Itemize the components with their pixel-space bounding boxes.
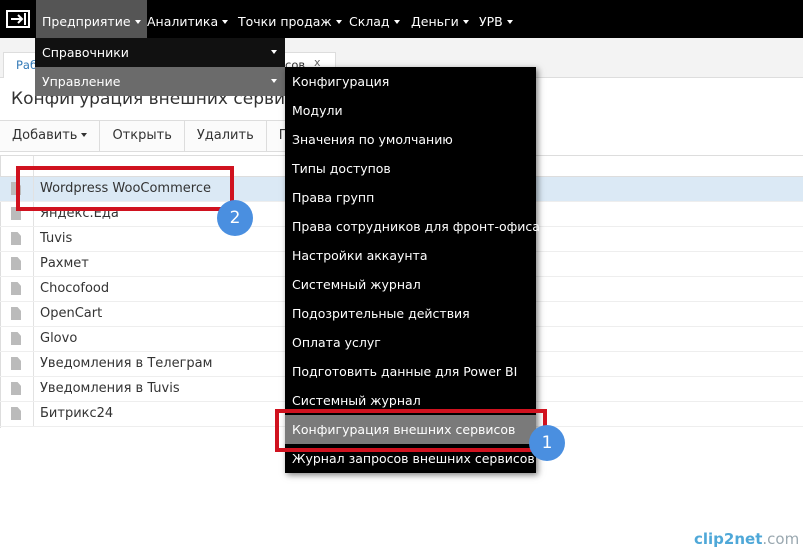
delete-button[interactable]: Удалить <box>184 121 267 151</box>
submenu-item[interactable]: Модули <box>285 96 536 125</box>
nav-sales-points[interactable]: Точки продаж <box>232 0 348 38</box>
submenu-item[interactable]: Системный журнал <box>285 270 536 299</box>
chevron-down-icon <box>506 20 513 24</box>
submenu-item[interactable]: Значения по умолчанию <box>285 125 536 154</box>
submenu-item[interactable]: Конфигурация <box>285 67 536 96</box>
menu-item-directories[interactable]: Справочники <box>35 38 285 67</box>
chevron-down-icon <box>335 20 342 24</box>
chevron-down-icon <box>393 20 400 24</box>
nav-enterprise[interactable]: Предприятие <box>36 0 147 38</box>
toolbar: Добавить Открыть Удалить Печа <box>0 120 326 152</box>
menu-item-management[interactable]: Управление <box>35 67 285 96</box>
step-badge: 2 <box>217 200 253 236</box>
file-icon <box>11 232 21 245</box>
file-icon <box>11 332 21 345</box>
file-icon <box>11 407 21 420</box>
highlight-box <box>16 166 234 211</box>
submenu-item[interactable]: Права групп <box>285 183 536 212</box>
submenu-item[interactable]: Оплата услуг <box>285 328 536 357</box>
highlight-box <box>275 409 547 452</box>
chevron-down-icon <box>134 20 141 24</box>
file-icon <box>11 307 21 320</box>
nav-warehouse[interactable]: Склад <box>343 0 406 38</box>
chevron-down-icon <box>222 20 229 24</box>
submenu-item[interactable]: Подготовить данные для Power BI <box>285 357 536 386</box>
tab-workspace[interactable]: Раб <box>3 52 36 78</box>
add-button[interactable]: Добавить <box>0 121 101 151</box>
submenu-item[interactable]: Подозрительные действия <box>285 299 536 328</box>
exit-icon[interactable] <box>6 10 30 28</box>
submenu-item[interactable]: Настройки аккаунта <box>285 241 536 270</box>
submenu-item[interactable]: Права сотрудников для фронт-офиса <box>285 212 540 241</box>
file-icon <box>11 382 21 395</box>
watermark: clip2net.com <box>694 530 800 548</box>
chevron-down-icon <box>271 79 277 83</box>
top-nav: Предприятие Аналитика Точки продаж Склад… <box>0 0 803 38</box>
chevron-down-icon <box>81 133 88 137</box>
file-icon <box>11 257 21 270</box>
nav-money[interactable]: Деньги <box>405 0 475 38</box>
nav-urv[interactable]: УРВ <box>473 0 519 38</box>
chevron-down-icon <box>271 50 277 54</box>
step-badge: 1 <box>529 425 565 461</box>
file-icon <box>11 357 21 370</box>
submenu-item[interactable]: Типы доступов <box>285 154 536 183</box>
enterprise-dropdown: Справочники Управление <box>35 38 285 96</box>
chevron-down-icon <box>462 20 469 24</box>
open-button[interactable]: Открыть <box>100 121 185 151</box>
nav-analytics[interactable]: Аналитика <box>141 0 234 38</box>
file-icon <box>11 282 21 295</box>
